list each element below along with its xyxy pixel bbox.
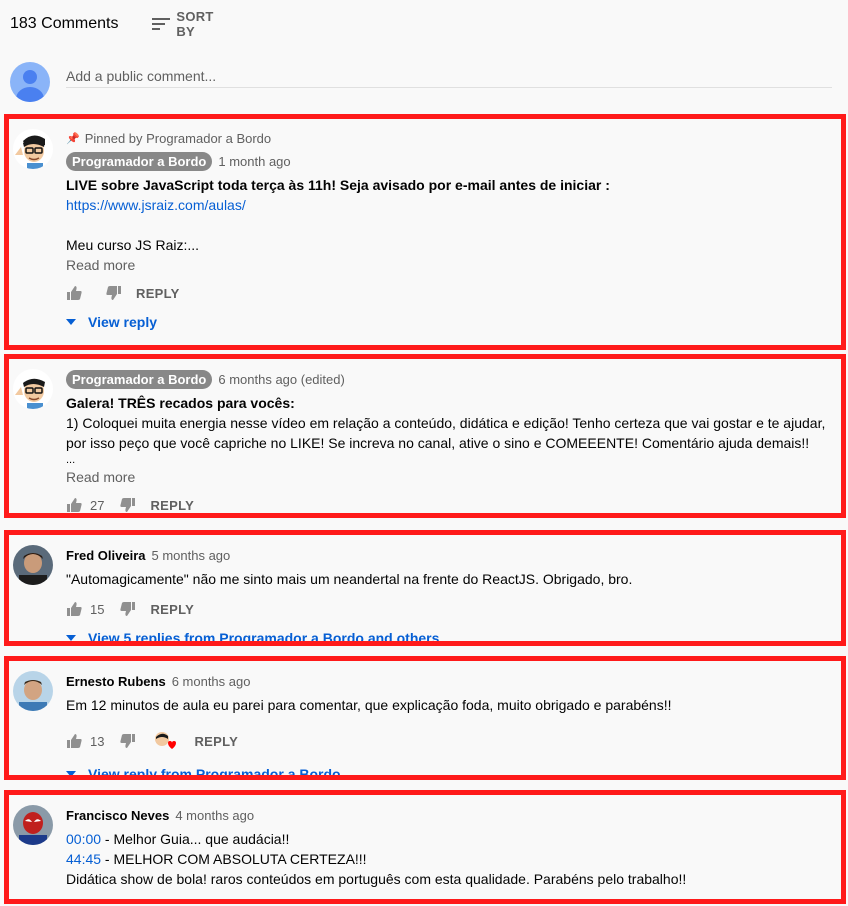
comment-text: 00:00 - Melhor Guia... que audácia!! 44:… — [66, 829, 831, 889]
comment-line: Galera! TRÊS recados para vocês: — [66, 395, 295, 411]
comment-text: LIVE sobre JavaScript toda terça às 11h!… — [66, 175, 831, 255]
sort-icon — [152, 16, 170, 32]
chevron-down-icon — [66, 771, 76, 775]
comment-thread: Ernesto Rubens 6 months ago Em 12 minuto… — [4, 656, 846, 780]
reply-button[interactable]: REPLY — [150, 498, 194, 513]
user-avatar — [10, 62, 50, 102]
comment-ellipsis: ... — [66, 454, 76, 466]
pinned-label: 📌 Pinned by Programador a Bordo — [66, 129, 831, 147]
comment-link[interactable]: https://www.jsraiz.com/aulas/ — [66, 197, 246, 213]
author-avatar[interactable] — [13, 545, 53, 585]
comment-line: LIVE sobre JavaScript toda terça às 11h!… — [66, 177, 610, 193]
author-avatar[interactable] — [13, 369, 53, 409]
author-name[interactable]: Programador a Bordo — [66, 369, 213, 389]
view-replies-button[interactable]: View 5 replies from Programador a Bordo … — [66, 627, 831, 646]
comment-thread: Programador a Bordo 6 months ago (edited… — [4, 354, 846, 518]
comment-line: Didática show de bola! raros conteúdos e… — [66, 871, 687, 887]
timestamp-link[interactable]: 44:45 — [66, 851, 101, 867]
creator-heart-icon — [154, 731, 178, 751]
chevron-down-icon — [66, 635, 76, 641]
sort-by-button[interactable]: SORT BY — [152, 9, 219, 39]
author-name[interactable]: Ernesto Rubens — [66, 674, 166, 689]
view-replies-button[interactable]: View reply — [66, 311, 831, 333]
read-more-button[interactable]: Read more — [66, 257, 831, 273]
like-icon[interactable] — [66, 733, 82, 749]
view-replies-label: View reply — [88, 314, 158, 330]
comment-count: 183 Comments — [10, 15, 119, 32]
timestamp-link[interactable]: 00:00 — [66, 831, 101, 847]
view-replies-label: View reply from Programador a Bordo — [88, 766, 341, 780]
pinned-text: Pinned by Programador a Bordo — [84, 130, 272, 146]
comment-time[interactable]: 4 months ago — [175, 808, 254, 823]
view-replies-button[interactable]: View reply from Programador a Bordo — [66, 763, 831, 780]
comment-time[interactable]: 6 months ago (edited) — [218, 372, 344, 387]
comment-time[interactable]: 1 month ago — [218, 154, 290, 169]
dislike-icon[interactable] — [120, 497, 136, 513]
comment-text: "Automagicamente" não me sinto mais um n… — [66, 571, 633, 587]
comment-line: 1) Coloquei muita energia nesse vídeo em… — [66, 415, 826, 451]
comment-time[interactable]: 5 months ago — [151, 548, 230, 563]
pin-icon: 📌 — [66, 132, 80, 145]
sort-by-label: SORT BY — [176, 9, 214, 39]
add-comment-row — [10, 62, 832, 104]
like-count: 15 — [90, 601, 105, 617]
dislike-icon[interactable] — [120, 733, 136, 749]
like-count: 27 — [90, 497, 105, 513]
comment-thread: 📌 Pinned by Programador a Bordo Programa… — [4, 114, 846, 350]
chevron-down-icon — [66, 319, 76, 325]
reply-button[interactable]: REPLY — [136, 286, 180, 301]
comment-text: Galera! TRÊS recados para vocês: 1) Colo… — [66, 393, 831, 467]
comment-line: - MELHOR COM ABSOLUTA CERTEZA!!! — [101, 851, 367, 867]
comment-thread: Fred Oliveira 5 months ago "Automagicame… — [4, 530, 846, 646]
author-name[interactable]: Programador a Bordo — [66, 151, 213, 171]
view-replies-label: View 5 replies from Programador a Bordo … — [88, 630, 440, 646]
author-avatar[interactable] — [13, 805, 53, 845]
like-count: 13 — [90, 733, 105, 749]
read-more-button[interactable]: Read more — [66, 469, 831, 485]
comment-thread: Francisco Neves 4 months ago 00:00 - Mel… — [4, 790, 846, 904]
like-icon[interactable] — [66, 601, 82, 617]
author-avatar[interactable] — [13, 129, 53, 169]
comment-line: Meu curso JS Raiz:... — [66, 237, 200, 253]
like-icon[interactable] — [66, 285, 82, 301]
add-comment-input[interactable] — [66, 62, 832, 88]
dislike-icon[interactable] — [106, 285, 122, 301]
author-name[interactable]: Fred Oliveira — [66, 548, 145, 563]
comment-text: Em 12 minutos de aula eu parei para come… — [66, 697, 672, 713]
reply-button[interactable]: REPLY — [194, 734, 238, 749]
like-icon[interactable] — [66, 901, 82, 904]
comments-header: 183 Comments SORT BY — [10, 9, 213, 39]
comment-line: - Melhor Guia... que audácia!! — [101, 831, 290, 847]
like-icon[interactable] — [66, 497, 82, 513]
author-avatar[interactable] — [13, 671, 53, 711]
comment-time[interactable]: 6 months ago — [172, 674, 251, 689]
author-name[interactable]: Francisco Neves — [66, 808, 169, 823]
dislike-icon[interactable] — [120, 601, 136, 617]
reply-button[interactable]: REPLY — [150, 602, 194, 617]
